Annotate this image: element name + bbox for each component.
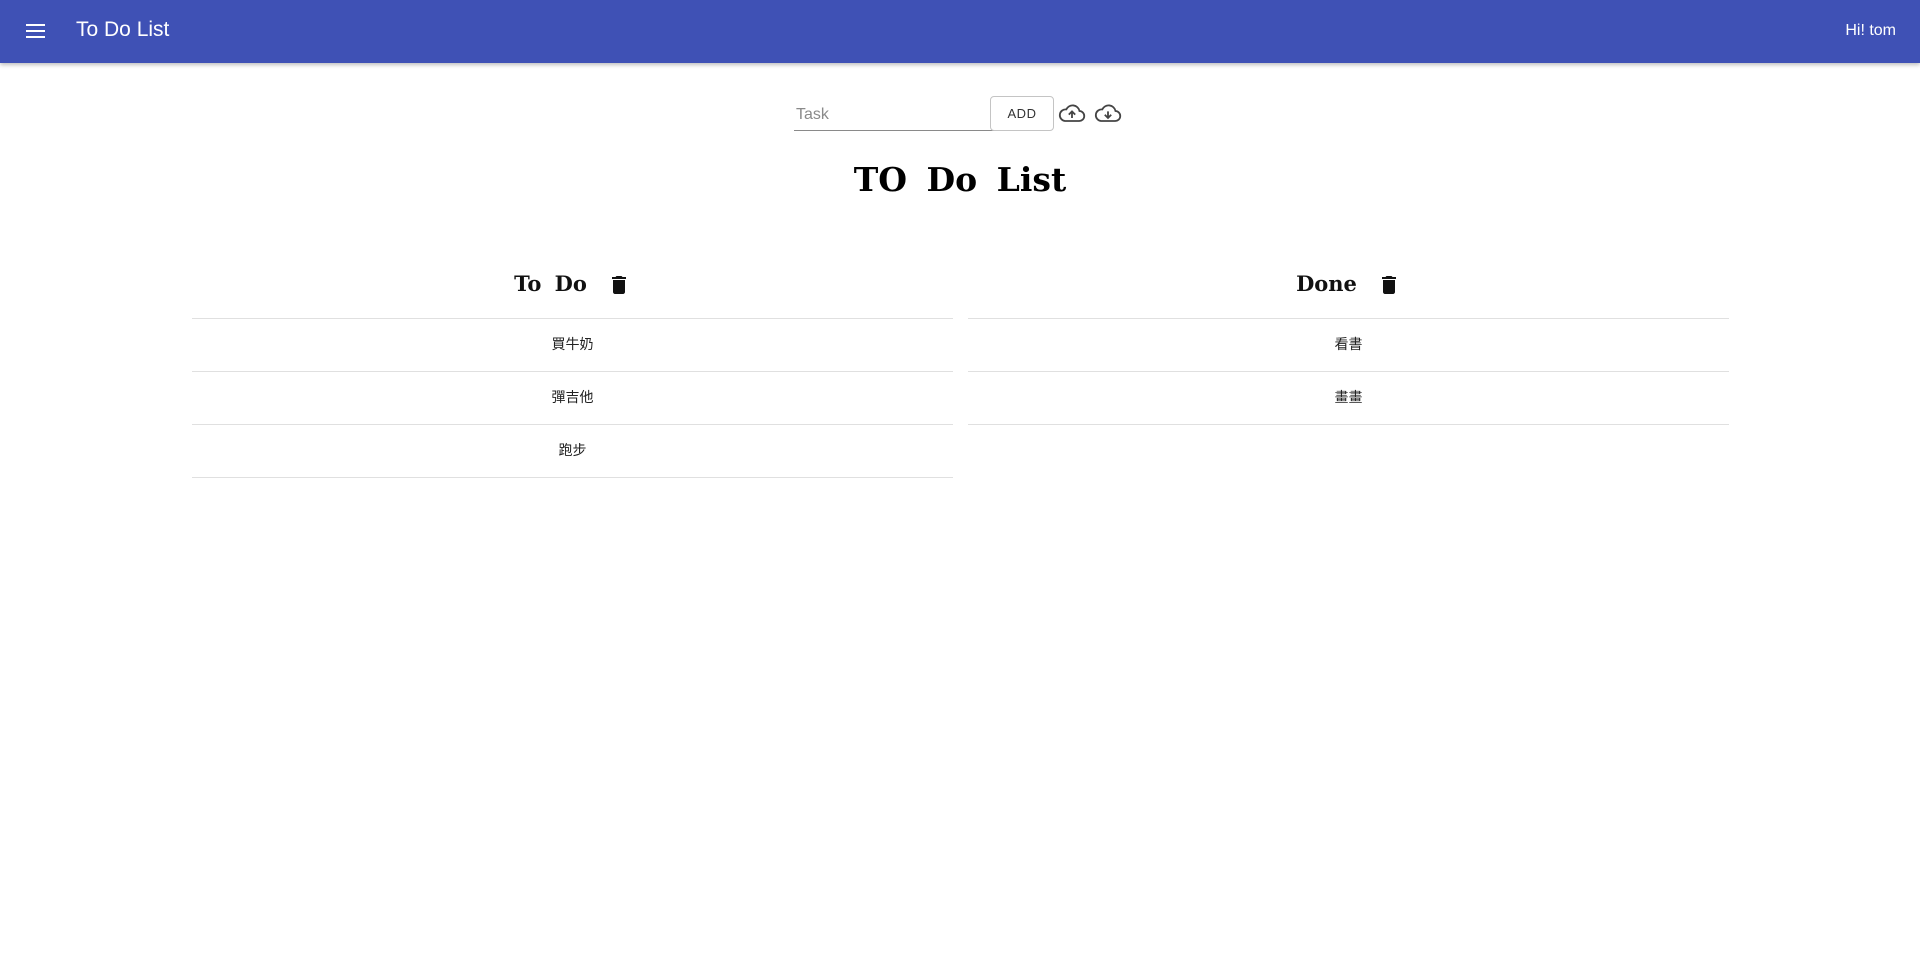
user-greeting: Hi! tom	[1845, 22, 1896, 39]
done-header: Done	[968, 262, 1729, 319]
todo-title: To Do	[514, 271, 587, 296]
cloud-upload-icon[interactable]	[1058, 102, 1086, 126]
add-button[interactable]: ADD	[990, 96, 1054, 131]
done-item[interactable]: 看書	[968, 319, 1729, 372]
app-title: To Do List	[76, 18, 170, 41]
todo-item[interactable]: 買牛奶	[192, 319, 953, 372]
done-item[interactable]: 畫畫	[968, 372, 1729, 425]
todo-item[interactable]: 彈吉他	[192, 372, 953, 425]
done-title: Done	[1296, 271, 1357, 296]
menu-icon[interactable]	[22, 19, 50, 45]
app-bar: To Do List Hi! tom	[0, 0, 1920, 63]
cloud-download-icon[interactable]	[1094, 102, 1122, 126]
trash-icon[interactable]	[607, 273, 631, 297]
task-input[interactable]	[794, 100, 994, 131]
todo-header: To Do	[192, 262, 953, 319]
page-title: TO Do List	[853, 160, 1067, 199]
done-column: Done 看書 畫畫	[968, 262, 1729, 425]
todo-item[interactable]: 跑步	[192, 425, 953, 478]
trash-icon[interactable]	[1377, 273, 1401, 297]
todo-column: To Do 買牛奶 彈吉他 跑步	[192, 262, 953, 478]
